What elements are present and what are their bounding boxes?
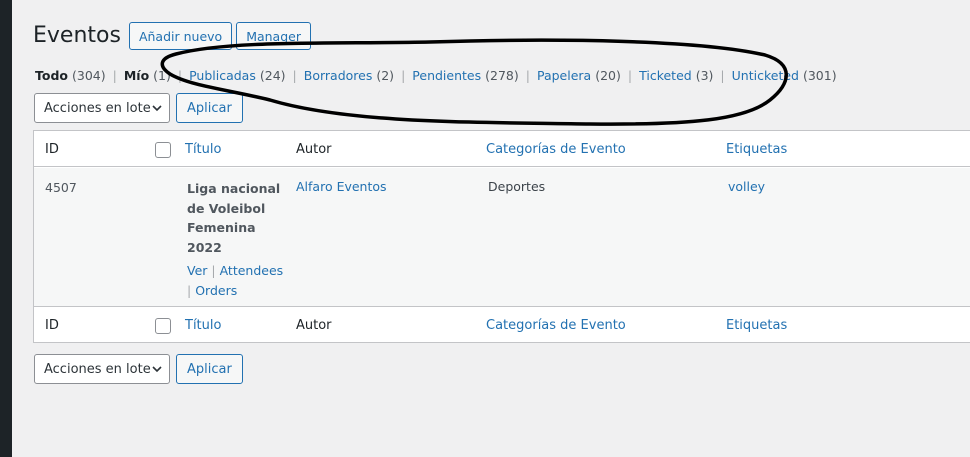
view-all-label[interactable]: Todo bbox=[35, 68, 68, 83]
separator: | bbox=[292, 67, 297, 83]
view-mine-label[interactable]: Mío bbox=[124, 68, 149, 83]
view-mine[interactable]: Mío (1) bbox=[124, 68, 171, 83]
view-published[interactable]: Publicadas (24) bbox=[189, 68, 285, 83]
row-id: 4507 bbox=[45, 180, 77, 195]
manager-button[interactable]: Manager bbox=[236, 22, 311, 50]
table-header: ID Título Autor Categorías de Evento Eti… bbox=[34, 131, 970, 167]
view-ticketed-label[interactable]: Ticketed bbox=[639, 68, 692, 83]
row-title-line: 2022 bbox=[187, 239, 222, 255]
row-action-orders[interactable]: Orders bbox=[195, 283, 237, 298]
view-unticketed[interactable]: Unticketed (301) bbox=[732, 68, 837, 83]
column-title[interactable]: Título bbox=[185, 142, 221, 157]
column-author: Autor bbox=[296, 318, 332, 333]
view-drafts[interactable]: Borradores (2) bbox=[304, 68, 394, 83]
separator: | bbox=[211, 263, 220, 278]
chevron-down-icon bbox=[152, 366, 162, 373]
events-table: ID Título Autor Categorías de Evento Eti… bbox=[33, 130, 970, 343]
row-title-link[interactable]: Liga nacional de Voleibol Femenina 2022 bbox=[187, 179, 282, 257]
row-tag-link[interactable]: volley bbox=[728, 179, 765, 194]
page-title: Eventos bbox=[33, 23, 121, 48]
column-tags[interactable]: Etiquetas bbox=[726, 142, 787, 157]
view-drafts-label[interactable]: Borradores bbox=[304, 68, 373, 83]
row-category: Deportes bbox=[488, 179, 546, 194]
column-id: ID bbox=[45, 142, 59, 157]
separator: | bbox=[401, 67, 406, 83]
bulk-actions-select[interactable]: Acciones en lote bbox=[34, 354, 170, 384]
column-categories[interactable]: Categorías de Evento bbox=[486, 318, 626, 333]
row-title-line: Liga nacional bbox=[187, 181, 281, 196]
select-all-checkbox-footer[interactable] bbox=[155, 318, 171, 334]
separator: | bbox=[177, 67, 183, 83]
select-all-checkbox[interactable] bbox=[155, 142, 171, 158]
row-action-attendees[interactable]: Attendees bbox=[220, 263, 284, 278]
row-title-line: de Voleibol bbox=[187, 200, 266, 216]
view-filters: Todo (304) | Mío (1) | Publicadas (24) |… bbox=[35, 66, 837, 84]
column-id: ID bbox=[45, 318, 59, 333]
bulk-actions-bottom: Acciones en lote Aplicar bbox=[34, 354, 243, 384]
bulk-actions-select-value: Acciones en lote bbox=[44, 361, 151, 377]
row-action-view[interactable]: Ver bbox=[187, 263, 207, 278]
view-published-label[interactable]: Publicadas bbox=[189, 68, 256, 83]
view-trash[interactable]: Papelera (20) bbox=[537, 68, 621, 83]
separator: | bbox=[720, 67, 725, 83]
view-ticketed-count: (3) bbox=[695, 67, 714, 83]
view-unticketed-label[interactable]: Unticketed bbox=[732, 68, 799, 83]
table-footer: ID Título Autor Categorías de Evento Eti… bbox=[34, 306, 970, 342]
view-pending-count: (278) bbox=[485, 67, 519, 83]
view-drafts-count: (2) bbox=[376, 67, 395, 83]
view-trash-label[interactable]: Papelera bbox=[537, 68, 591, 83]
row-author-link[interactable]: Alfaro Eventos bbox=[296, 179, 387, 194]
view-all[interactable]: Todo (304) bbox=[35, 68, 106, 83]
view-published-count: (24) bbox=[259, 67, 286, 83]
view-all-count: (304) bbox=[72, 67, 106, 83]
view-ticketed[interactable]: Ticketed (3) bbox=[639, 68, 713, 83]
page-header: Eventos Añadir nuevo Manager bbox=[33, 21, 315, 51]
separator: | bbox=[627, 67, 633, 83]
chevron-down-icon bbox=[152, 105, 162, 112]
column-categories[interactable]: Categorías de Evento bbox=[486, 142, 626, 157]
table-row: 4507 Liga nacional de Voleibol Femenina … bbox=[34, 168, 970, 306]
view-unticketed-count: (301) bbox=[802, 67, 837, 83]
bulk-actions-top: Acciones en lote Aplicar bbox=[34, 93, 243, 123]
view-mine-count: (1) bbox=[153, 67, 171, 83]
column-title[interactable]: Título bbox=[185, 318, 221, 333]
row-title-line: Femenina bbox=[187, 220, 256, 235]
separator: | bbox=[525, 67, 530, 83]
view-trash-count: (20) bbox=[595, 67, 621, 83]
bulk-actions-select[interactable]: Acciones en lote bbox=[34, 93, 170, 123]
separator: | bbox=[187, 283, 196, 298]
view-pending[interactable]: Pendientes (278) bbox=[412, 68, 518, 83]
apply-button[interactable]: Aplicar bbox=[176, 93, 243, 123]
apply-button[interactable]: Aplicar bbox=[176, 354, 243, 384]
bulk-actions-select-value: Acciones en lote bbox=[44, 100, 151, 116]
view-pending-label[interactable]: Pendientes bbox=[412, 68, 481, 83]
column-tags[interactable]: Etiquetas bbox=[726, 318, 787, 333]
separator: | bbox=[112, 67, 117, 83]
add-new-button[interactable]: Añadir nuevo bbox=[128, 22, 233, 50]
row-actions: Ver | Attendees | Orders bbox=[187, 261, 287, 301]
column-author: Autor bbox=[296, 142, 332, 157]
admin-sidebar-edge bbox=[0, 0, 12, 457]
